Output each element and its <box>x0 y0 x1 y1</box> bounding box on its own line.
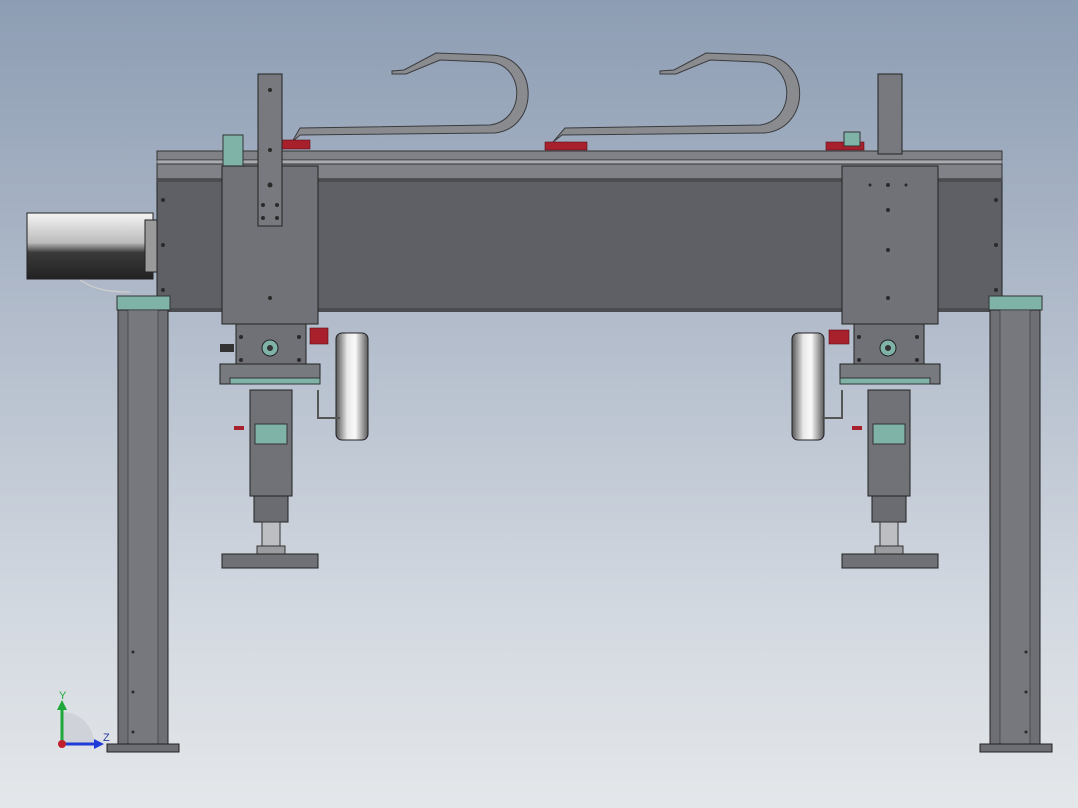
triad-z-label: Z <box>103 732 110 744</box>
z-axis-right <box>841 389 939 569</box>
support-leg-left <box>106 295 180 753</box>
triad-origin <box>58 740 66 748</box>
triad-y-label: Y <box>59 690 67 702</box>
servo-motor <box>26 212 158 293</box>
wheel-right <box>791 332 843 441</box>
wheel-left <box>317 332 369 441</box>
z-axis-left <box>221 389 319 569</box>
cable-chain-left <box>291 52 529 143</box>
gantry-model-view[interactable] <box>0 0 1078 808</box>
triad-background <box>62 712 94 744</box>
cable-chain-right <box>552 52 801 143</box>
graphics-viewport[interactable]: Y Z <box>0 0 1078 808</box>
carriage-left <box>219 73 321 385</box>
carriage-right <box>839 73 941 385</box>
triad[interactable] <box>57 700 104 749</box>
support-leg-right <box>979 295 1053 753</box>
